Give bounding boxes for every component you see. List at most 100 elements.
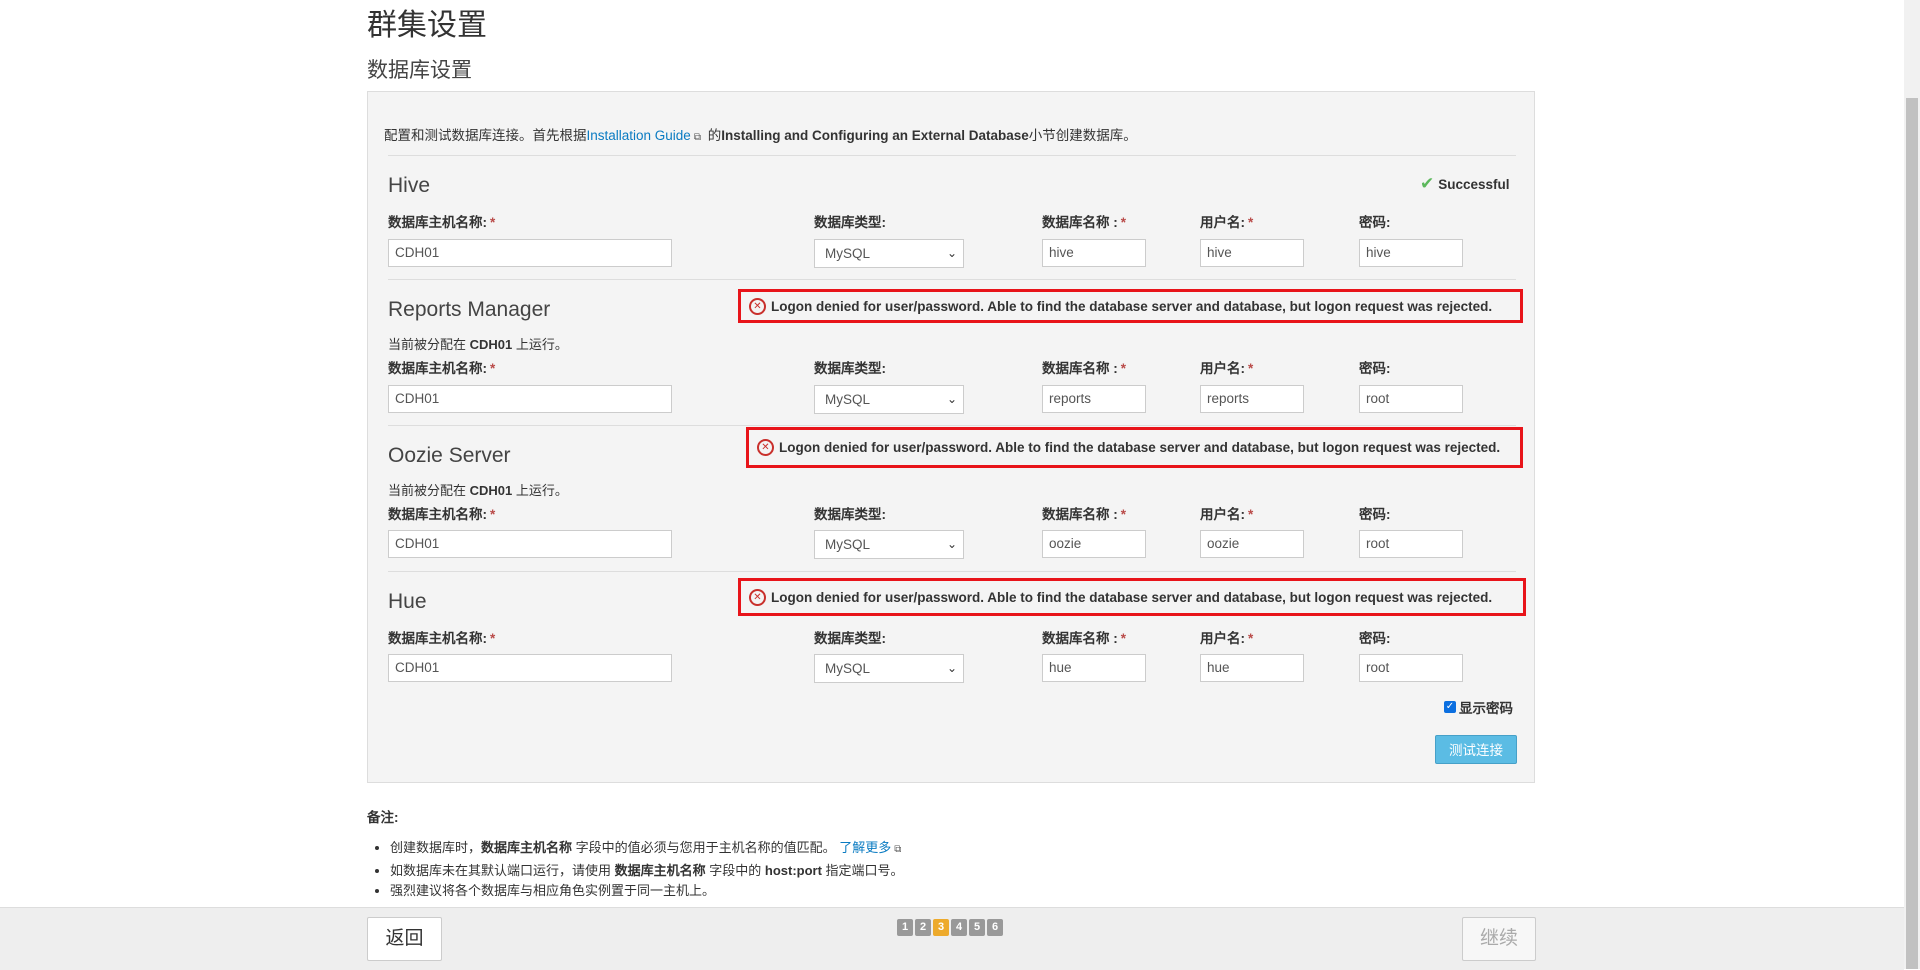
hue-error-message: ✕ Logon denied for user/password. Able to… <box>738 578 1526 616</box>
type-label-text: 数据库类型: <box>814 631 886 646</box>
dbname-label: 数据库名称 : * <box>1042 211 1126 231</box>
type-label: 数据库类型: <box>814 211 886 231</box>
oozie-server-user-input[interactable]: oozie <box>1200 530 1304 558</box>
assigned-prefix: 当前被分配在 <box>388 337 470 352</box>
user-label: 用户名: * <box>1200 627 1253 647</box>
checkmark-icon: ✔ <box>1420 174 1435 193</box>
external-link-icon: ⧉ <box>894 844 902 855</box>
section-divider <box>388 279 1516 280</box>
external-link-icon: ⧉ <box>693 132 701 143</box>
required-asterisk: * <box>1120 631 1127 646</box>
step-1[interactable]: 1 <box>897 919 913 936</box>
assigned-host-text: 当前被分配在 CDH01 上运行。 <box>388 334 568 353</box>
selected-value: MySQL <box>825 537 871 552</box>
dbname-label-text: 数据库名称 : <box>1042 507 1118 522</box>
step-4[interactable]: 4 <box>951 919 967 936</box>
oozie-server-host-input[interactable]: CDH01 <box>388 530 672 558</box>
host-label: 数据库主机名称: * <box>388 503 495 523</box>
hue-dbname-input[interactable]: hue <box>1042 654 1146 682</box>
intro-text: 配置和测试数据库连接。首先根据Installation Guide ⧉ 的Inst… <box>384 124 1137 144</box>
required-asterisk: * <box>1248 507 1254 522</box>
type-label: 数据库类型: <box>814 627 886 647</box>
hive-dbname-input[interactable]: hive <box>1042 239 1146 267</box>
assigned-host: CDH01 <box>469 337 513 352</box>
scrollbar-thumb[interactable] <box>1906 98 1918 969</box>
user-label: 用户名: * <box>1200 211 1253 231</box>
intro-prefix: 配置和测试数据库连接。首先根据 <box>384 128 587 143</box>
hive-host-input[interactable]: CDH01 <box>388 239 672 267</box>
learn-more-link[interactable]: 了解更多 <box>839 840 891 855</box>
show-password-label: 显示密码 <box>1459 701 1513 716</box>
host-label: 数据库主机名称: * <box>388 627 495 647</box>
dbname-label: 数据库名称 : * <box>1042 357 1126 377</box>
hive-password-input[interactable]: hive <box>1359 239 1463 267</box>
page-title: 群集设置 <box>367 9 487 42</box>
assigned-host-text: 当前被分配在 CDH01 上运行。 <box>388 480 568 499</box>
password-label: 密码: <box>1359 211 1391 231</box>
hue-host-input[interactable]: CDH01 <box>388 654 672 682</box>
note-text: 字段中的 <box>705 862 765 878</box>
assigned-host: CDH01 <box>469 483 513 498</box>
step-5[interactable]: 5 <box>969 919 985 936</box>
type-label: 数据库类型: <box>814 357 886 377</box>
intro-suffix: 小节创建数据库。 <box>1028 128 1137 143</box>
selected-value: MySQL <box>825 661 871 676</box>
back-button[interactable]: 返回 <box>367 917 442 961</box>
step-2[interactable]: 2 <box>915 919 931 936</box>
reports-manager-password-input[interactable]: root <box>1359 385 1463 413</box>
type-label-text: 数据库类型: <box>814 361 886 376</box>
note-bold: 数据库主机名称 <box>481 840 573 855</box>
installation-guide-link[interactable]: Installation Guide <box>587 128 691 143</box>
reports-manager-dbname-input[interactable]: reports <box>1042 385 1146 413</box>
password-label: 密码: <box>1359 627 1391 647</box>
error-icon: ✕ <box>757 439 774 456</box>
host-label-text: 数据库主机名称: <box>388 215 487 230</box>
oozie-server-dbname-input[interactable]: oozie <box>1042 530 1146 558</box>
chevron-down-icon: ⌄ <box>946 537 957 551</box>
step-3[interactable]: 3 <box>933 919 949 936</box>
note-item: 创建数据库时，数据库主机名称 字段中的值必须与您用于主机名称的值匹配。 了解更多… <box>390 838 904 861</box>
host-label-text: 数据库主机名称: <box>388 631 487 646</box>
hue-user-input[interactable]: hue <box>1200 654 1304 682</box>
hive-success-status: ✔ Successful <box>1420 174 1510 194</box>
hive-user-input[interactable]: hive <box>1200 239 1304 267</box>
host-label: 数据库主机名称: * <box>388 357 495 377</box>
required-asterisk: * <box>1248 215 1254 230</box>
note-item: 强烈建议将各个数据库与相应角色实例置于同一主机上。 <box>390 881 904 902</box>
oozie-server-password-input[interactable]: root <box>1359 530 1463 558</box>
error-text: Logon denied for user/password. Able to … <box>771 589 1493 605</box>
user-label-text: 用户名: <box>1200 631 1245 646</box>
password-label-text: 密码: <box>1359 507 1391 522</box>
checkbox-checked-icon[interactable]: ✓ <box>1444 701 1456 713</box>
dbname-label: 数据库名称 : * <box>1042 627 1126 647</box>
show-password-checkbox[interactable]: ✓ 显示密码 <box>1444 697 1513 717</box>
hive-db-type-select[interactable]: MySQL ⌄ <box>814 239 964 268</box>
host-label-text: 数据库主机名称: <box>388 507 487 522</box>
user-label-text: 用户名: <box>1200 507 1245 522</box>
type-label: 数据库类型: <box>814 503 886 523</box>
hive-heading: Hive <box>388 174 431 197</box>
oozie-server-heading: Oozie Server <box>388 444 511 467</box>
hue-db-type-select[interactable]: MySQL ⌄ <box>814 654 964 683</box>
reports-manager-db-type-select[interactable]: MySQL ⌄ <box>814 385 964 414</box>
host-label-text: 数据库主机名称: <box>388 361 487 376</box>
hue-heading: Hue <box>388 590 427 613</box>
test-connection-button[interactable]: 测试连接 <box>1435 735 1517 764</box>
required-asterisk: * <box>490 361 496 376</box>
chevron-down-icon: ⌄ <box>946 392 957 406</box>
success-text: Successful <box>1438 177 1510 192</box>
required-asterisk: * <box>1248 631 1254 646</box>
reports-manager-user-input[interactable]: reports <box>1200 385 1304 413</box>
reports-manager-host-input[interactable]: CDH01 <box>388 385 672 413</box>
dbname-label-text: 数据库名称 : <box>1042 361 1118 376</box>
dbname-label-text: 数据库名称 : <box>1042 215 1118 230</box>
oozie-server-db-type-select[interactable]: MySQL ⌄ <box>814 530 964 559</box>
reports-manager-error-message: ✕ Logon denied for user/password. Able to… <box>738 289 1523 323</box>
selected-value: MySQL <box>825 246 871 261</box>
error-icon: ✕ <box>749 297 766 315</box>
step-6[interactable]: 6 <box>987 919 1003 936</box>
hue-password-input[interactable]: root <box>1359 654 1463 682</box>
section-divider <box>388 571 1516 572</box>
note-text: 字段中的值必须与您用于主机名称的值匹配。 <box>572 840 840 855</box>
continue-button[interactable]: 继续 <box>1462 917 1536 961</box>
